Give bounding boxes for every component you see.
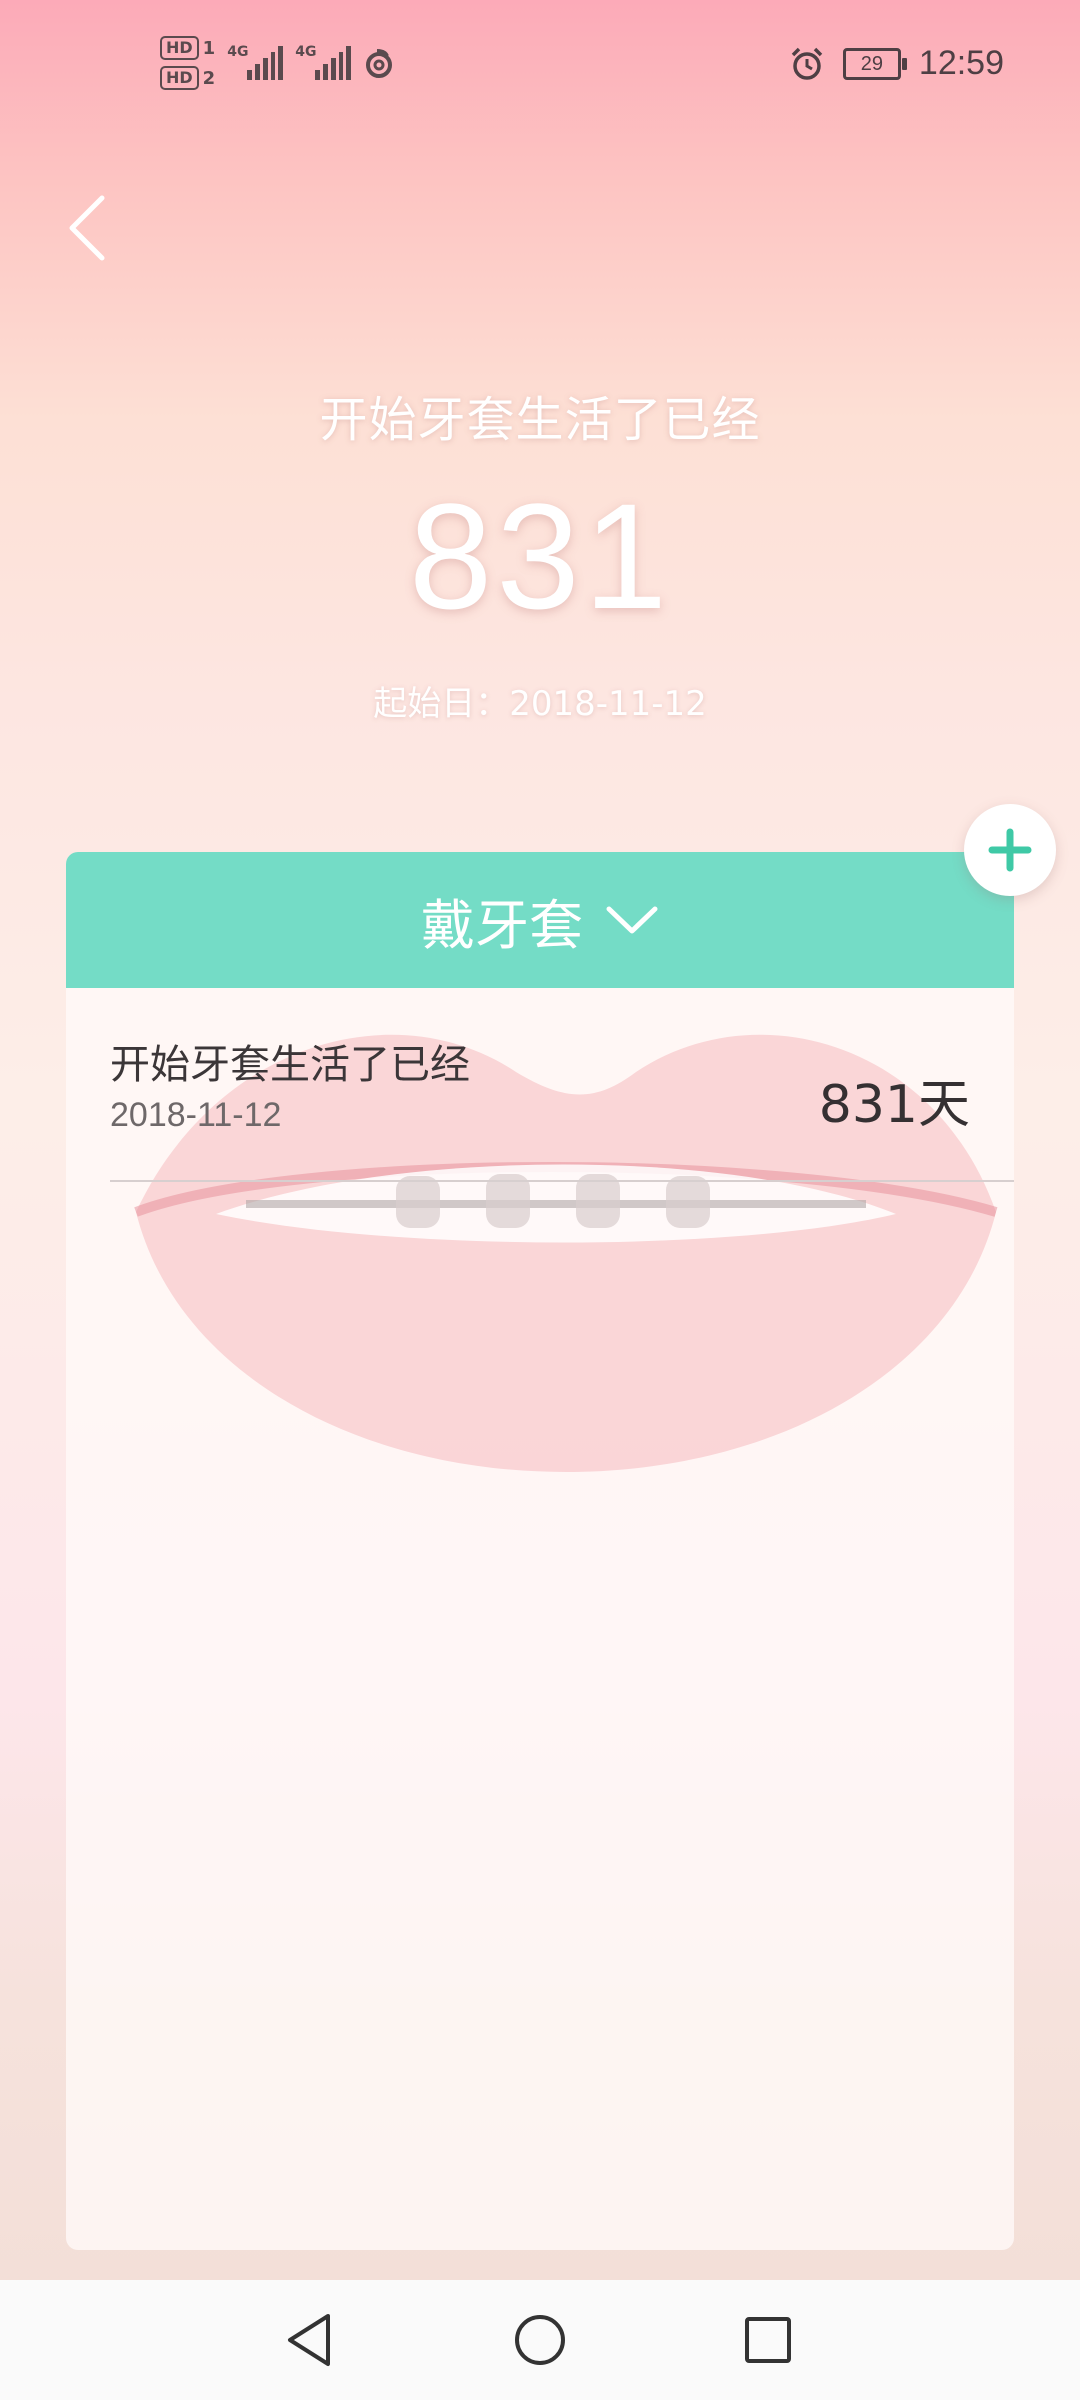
entry-date: 2018-11-12	[110, 1096, 282, 1134]
category-dropdown[interactable]: 戴牙套	[66, 852, 1014, 988]
hd1-label: HD	[160, 36, 199, 60]
back-button[interactable]	[62, 190, 122, 266]
signal-2-network: 4G	[295, 44, 317, 60]
nav-home-button[interactable]	[506, 2306, 574, 2374]
netease-music-icon	[366, 49, 393, 78]
days-counter: 831	[408, 472, 672, 640]
clock: 12:59	[918, 44, 1004, 82]
list-item[interactable]: 开始牙套生活了已经 2018-11-12 831天	[110, 1032, 1014, 1182]
start-date-label: 起始日：2018-11-12	[373, 684, 707, 724]
hd2-sub: 2	[202, 67, 216, 89]
category-label: 戴牙套	[421, 893, 583, 957]
status-bar: HD 1 HD 2 4G 4G 29 12:59	[0, 0, 1080, 136]
plus-icon	[988, 828, 1032, 872]
nav-recents-button[interactable]	[734, 2306, 802, 2374]
event-card: 戴牙套 开始牙套生活了已经 2018-11-12 831天	[66, 852, 1014, 2250]
navigation-bar	[0, 2280, 1080, 2400]
status-right: 29 12:59	[789, 44, 1004, 83]
chevron-down-icon	[606, 906, 658, 934]
square-recents-icon	[745, 2317, 791, 2363]
alarm-icon	[791, 47, 823, 80]
nav-back-button[interactable]	[276, 2306, 344, 2374]
hd1-sub: 1	[202, 37, 216, 59]
chevron-left-icon	[69, 195, 105, 261]
hero-title: 开始牙套生活了已经	[319, 392, 761, 448]
circle-home-icon	[515, 2315, 565, 2365]
add-button[interactable]	[964, 804, 1056, 896]
hd2-label: HD	[160, 66, 199, 90]
entry-days: 831天	[818, 1075, 970, 1135]
hd-icon: HD 1 HD 2	[160, 36, 215, 90]
status-left: HD 1 HD 2 4G 4G	[160, 36, 395, 90]
triangle-back-icon	[288, 2314, 330, 2366]
entry-title: 开始牙套生活了已经	[110, 1042, 470, 1088]
signal-1-network: 4G	[227, 44, 249, 60]
signal-icon: 4G	[295, 44, 352, 80]
battery-icon: 29	[842, 47, 907, 80]
signal-icon: 4G	[227, 44, 284, 80]
